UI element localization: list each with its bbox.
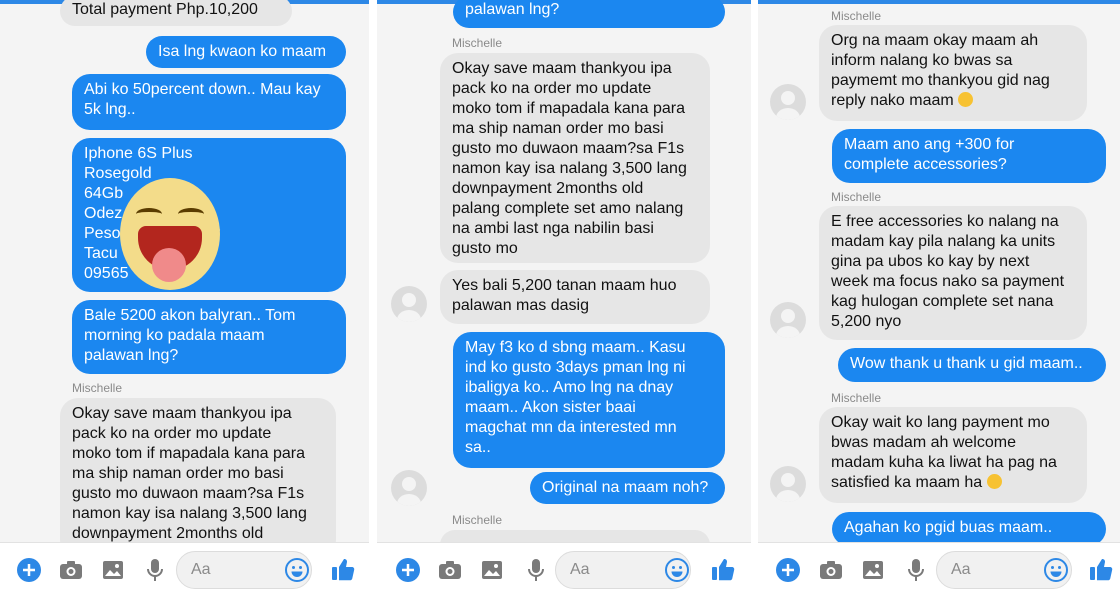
smile-emoji-icon: [958, 92, 974, 107]
thumbs-up-icon[interactable]: [330, 556, 356, 582]
sticker-emoji: [120, 178, 220, 290]
chat-panel-1: Total payment Php.10,200 Isa lng kwaon k…: [0, 0, 369, 599]
contact-name: Mischelle: [452, 36, 503, 50]
contact-avatar: [770, 84, 806, 120]
contact-name: Mischelle: [831, 9, 882, 23]
microphone-icon[interactable]: [523, 557, 549, 583]
contact-avatar: [391, 286, 427, 322]
message-input-placeholder: Aa: [570, 561, 590, 578]
image-icon[interactable]: [479, 557, 505, 583]
message-bubble: May f3 ko d sbng maam.. Kasu ind ko gust…: [453, 332, 725, 468]
message-bubble: Okay save maam thankyou ipa pack ko na o…: [440, 53, 710, 263]
chat-panel-2: palawan lng? Mischelle Okay save maam th…: [377, 0, 751, 599]
contact-name: Mischelle: [72, 381, 123, 395]
composer-bar: Aa: [758, 542, 1120, 599]
message-text: Org na maam okay maam ah inform nalang k…: [831, 32, 1050, 109]
camera-icon[interactable]: [58, 557, 84, 583]
message-bubble: Bale 5200 akon balyran.. Tom morning ko …: [72, 300, 346, 374]
message-bubble: Isa lng kwaon ko maam: [146, 36, 346, 68]
thumbs-up-icon[interactable]: [1088, 556, 1114, 582]
message-bubble: Okay wait ko lang payment mo bwas madam …: [819, 407, 1087, 503]
message-input-placeholder: Aa: [951, 561, 971, 578]
plus-icon[interactable]: [16, 557, 42, 583]
camera-icon[interactable]: [437, 557, 463, 583]
plus-icon[interactable]: [395, 557, 421, 583]
message-bubble: Abi ko 50percent down.. Mau kay 5k lng..: [72, 74, 346, 130]
message-input-placeholder: Aa: [191, 561, 211, 578]
message-text: Okay wait ko lang payment mo bwas madam …: [831, 414, 1057, 491]
message-bubble: Original na maam noh?: [530, 472, 725, 504]
message-bubble: Org na maam okay maam ah inform nalang k…: [819, 25, 1087, 121]
message-bubble: Maam ano ang +300 for complete accessori…: [832, 129, 1106, 183]
microphone-icon[interactable]: [142, 557, 168, 583]
emoji-icon[interactable]: [664, 557, 690, 583]
thumbs-up-icon[interactable]: [710, 556, 736, 582]
contact-name: Mischelle: [831, 391, 882, 405]
smile-emoji-icon: [986, 474, 1002, 489]
microphone-icon[interactable]: [903, 557, 929, 583]
message-bubble: Wow thank u thank u gid maam..: [838, 348, 1106, 382]
contact-name: Mischelle: [452, 513, 503, 527]
contact-name: Mischelle: [831, 190, 882, 204]
composer-bar: Aa: [0, 542, 369, 599]
chat-panel-3: Mischelle Org na maam okay maam ah infor…: [758, 0, 1120, 599]
image-icon[interactable]: [860, 557, 886, 583]
contact-avatar: [770, 302, 806, 338]
emoji-icon[interactable]: [284, 557, 310, 583]
message-bubble: E free accessories ko nalang na madam ka…: [819, 206, 1087, 340]
top-bar: [758, 0, 1120, 4]
message-bubble: Agahan ko pgid buas maam..: [832, 512, 1106, 546]
contact-avatar: [391, 470, 427, 506]
contact-avatar: [770, 466, 806, 502]
message-bubble: palawan lng?: [453, 0, 725, 28]
message-bubble: Total payment Php.10,200: [60, 0, 292, 26]
emoji-icon[interactable]: [1043, 557, 1069, 583]
message-bubble: Okay save maam thankyou ipa pack ko na o…: [60, 398, 336, 558]
plus-icon[interactable]: [775, 557, 801, 583]
composer-bar: Aa: [377, 542, 751, 599]
message-bubble: Yes bali 5,200 tanan maam huo palawan ma…: [440, 270, 710, 324]
image-icon[interactable]: [100, 557, 126, 583]
camera-icon[interactable]: [818, 557, 844, 583]
